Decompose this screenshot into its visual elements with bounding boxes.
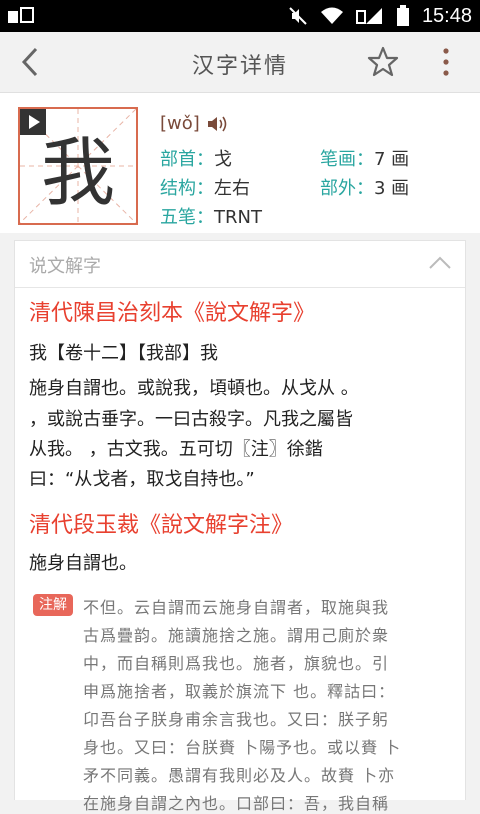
- note-badge: 注解: [33, 594, 73, 616]
- status-time: 15:48: [421, 4, 472, 27]
- note-line: 在施身自謂之內也。口部曰：吾，我自稱: [83, 794, 390, 813]
- more-vertical-icon: [443, 48, 449, 76]
- structure-row: 结构：左右: [160, 174, 250, 200]
- character-box: 我: [18, 107, 138, 225]
- note-line: 不但。云自謂而云施身自謂者，取施與我: [83, 598, 390, 617]
- note-line: 中，而自稱則爲我也。施者，旗貌也。引: [83, 654, 390, 673]
- wubi-row: 五笔：TRNT: [160, 203, 262, 229]
- wifi-icon: [320, 7, 343, 24]
- note-line: 卬吾台子朕身甫余言我也。又曰：朕子躬: [83, 710, 390, 729]
- source1-line: 我【卷十二】【我部】我: [29, 343, 218, 364]
- section-title: 说文解字: [29, 256, 101, 277]
- page-title: 汉字详情: [191, 54, 288, 79]
- source1-line: 曰：“从戈者，取戈自持也。”: [29, 469, 255, 490]
- source2-line: 施身自謂也。: [29, 553, 137, 574]
- source1-line: 从我。 ，古文我。五可切〖注〗徐鍇: [29, 439, 323, 460]
- play-stroke-button[interactable]: [20, 109, 46, 135]
- source1-line: 施身自謂也。或說我，頃頓也。从戈从 。: [29, 378, 359, 399]
- source1-line: ，或說古垂字。一曰古殺字。凡我之屬皆: [29, 409, 353, 430]
- radical-row: 部首：戈: [160, 145, 232, 171]
- notification-icon: [8, 7, 36, 25]
- radical-value: 戈: [214, 149, 232, 170]
- source1-title: 清代陳昌治刻本《說文解字》: [29, 301, 316, 326]
- radical-label: 部首：: [160, 149, 214, 170]
- extra-strokes-row: 部外：3 画: [320, 174, 409, 200]
- more-button[interactable]: [436, 46, 456, 78]
- strokes-row: 笔画：7 画: [320, 145, 409, 171]
- strokes-value: 7 画: [374, 149, 410, 170]
- note-line: 申爲施捨者，取義於旗流下 也。釋詁曰：: [83, 682, 396, 701]
- pinyin-row: [wǒ]: [160, 113, 230, 134]
- status-bar: 15:48: [0, 0, 480, 32]
- structure-value: 左右: [214, 178, 250, 199]
- character-card: 我 [wǒ] 部首：戈 笔画：7 画 结构：左右 部外：3 画 五笔：TRNT: [0, 93, 480, 233]
- note-line: 古爲疊韵。施讀施捨之施。謂用己廁於衆: [83, 626, 390, 645]
- wubi-value: TRNT: [214, 207, 262, 228]
- note-line: 身也。又曰：台朕賚 卜陽予也。或以賚 卜: [83, 738, 402, 757]
- shuowen-section: 说文解字 清代陳昌治刻本《說文解字》 我【卷十二】【我部】我 施身自謂也。或說我…: [14, 240, 466, 813]
- signal-icon: [355, 8, 382, 24]
- extra-strokes-label: 部外：: [320, 178, 374, 199]
- extra-strokes-value: 3 画: [374, 178, 410, 199]
- speaker-icon[interactable]: [206, 114, 230, 134]
- pinyin-text: [wǒ]: [160, 113, 200, 134]
- mute-icon: [289, 7, 307, 25]
- strokes-label: 笔画：: [320, 149, 374, 170]
- favorite-button[interactable]: [366, 45, 400, 79]
- source2-title: 清代段玉裁《說文解字注》: [29, 513, 294, 538]
- structure-label: 结构：: [160, 178, 214, 199]
- note-line: 矛不同義。愚謂有我則必及人。故賚 卜亦: [83, 766, 396, 785]
- app-header: 汉字详情: [0, 32, 480, 93]
- chevron-up-icon[interactable]: [427, 253, 453, 273]
- star-icon: [367, 46, 399, 77]
- wubi-label: 五笔：: [160, 207, 214, 228]
- section-header[interactable]: 说文解字: [15, 241, 465, 288]
- battery-icon: [396, 5, 409, 26]
